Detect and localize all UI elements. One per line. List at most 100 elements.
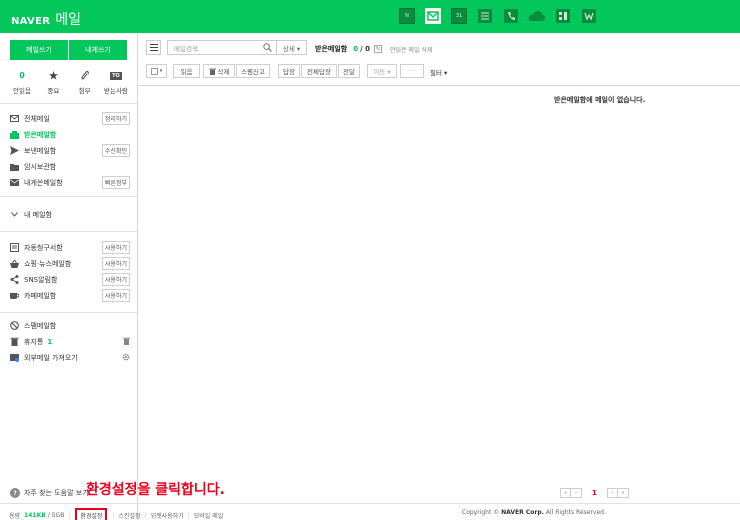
total-count: / 0: [360, 45, 370, 53]
send-icon: [10, 146, 19, 155]
list-divider: [138, 85, 740, 86]
filter-dropdown[interactable]: 필터 ▾: [430, 67, 447, 77]
star-icon: [48, 71, 58, 80]
delete-unread-link[interactable]: 안읽은 메일 삭제: [390, 45, 432, 54]
move-dropdown[interactable]: 이동 ▾: [367, 64, 397, 78]
mail-search-input[interactable]: 메일검색: [167, 40, 277, 55]
delete-button[interactable]: 삭제: [203, 64, 235, 78]
footer-divider: [0, 503, 740, 504]
forward-button[interactable]: 전달: [338, 64, 360, 78]
attachment-filter[interactable]: 첨부: [71, 70, 99, 95]
copyright-prefix: Copyright ©: [462, 509, 500, 516]
unread-count: 0: [353, 45, 359, 53]
phone-app-icon[interactable]: [502, 8, 520, 24]
empty-trash-icon[interactable]: [123, 337, 130, 347]
write-mail-button[interactable]: 메일쓰기: [10, 40, 69, 60]
folder-sns[interactable]: SNS알림함 사용하기: [10, 273, 130, 286]
read-receipt-button[interactable]: 수신확인: [101, 144, 130, 157]
folder-sent[interactable]: 보낸메일함 수신확인: [10, 144, 130, 157]
folder-label: 받은메일함: [24, 130, 57, 139]
folder-inbox[interactable]: 받은메일함: [10, 128, 130, 141]
widget-link[interactable]: 위젯사용하기: [151, 511, 184, 520]
write-to-me-button[interactable]: 내게쓰기: [69, 40, 127, 60]
folder-shopping-news[interactable]: 쇼핑·뉴스메일함 사용하기: [10, 257, 130, 270]
quick-setting-button[interactable]: 빠른정부: [101, 176, 130, 189]
use-button[interactable]: 사용하기: [101, 289, 130, 302]
organize-button[interactable]: 정리하기: [101, 112, 130, 125]
hamburger-icon: [149, 44, 158, 45]
folder-to-me[interactable]: 내게쓴메일함 빠른정부: [10, 176, 130, 189]
detail-search-dropdown[interactable]: 상세 ▾: [277, 40, 307, 55]
use-button[interactable]: 사용하기: [101, 241, 130, 254]
use-button[interactable]: 사용하기: [101, 257, 130, 270]
skin-settings-link[interactable]: 스킨설정: [118, 511, 140, 520]
unread-filter[interactable]: 0 안읽음: [8, 70, 36, 95]
coffee-cup-icon: [10, 291, 19, 300]
chevron-down-icon: ▾: [159, 68, 163, 74]
folder-external-mail[interactable]: 외부메일 가져오기: [10, 351, 130, 364]
mark-read-button[interactable]: 읽음: [173, 64, 200, 78]
mail-app-icon[interactable]: [424, 8, 442, 24]
sidebar-divider: [0, 312, 137, 313]
use-button[interactable]: 사용하기: [101, 273, 130, 286]
folder-drafts[interactable]: 임시보관함: [10, 160, 130, 173]
envelope-icon: [10, 114, 19, 123]
select-all-checkbox[interactable]: ▾: [146, 64, 167, 78]
folder-spam[interactable]: 스팸메일함: [10, 319, 130, 332]
unread-count: 0: [19, 71, 25, 80]
first-page-button[interactable]: «: [560, 488, 571, 498]
reply-button[interactable]: 답장: [278, 64, 300, 78]
more-button[interactable]: ···: [400, 64, 424, 78]
search-icon[interactable]: [263, 43, 272, 54]
spam-report-button[interactable]: 스팸신고: [236, 64, 270, 78]
important-filter[interactable]: 중요: [39, 70, 67, 95]
sidebar-divider: [0, 231, 137, 232]
app-switcher: N 31: [398, 8, 606, 24]
recipient-label: 받는사람: [104, 87, 128, 95]
next-page-button[interactable]: ›: [606, 488, 618, 498]
inbox-icon: [10, 130, 19, 139]
mail-logo-text: 메일: [55, 12, 81, 28]
folder-cafe[interactable]: 카페메일함 사용하기: [10, 289, 130, 302]
folder-all-mail[interactable]: 전체메일 정리하기: [10, 112, 130, 125]
prev-page-button[interactable]: ‹: [571, 488, 582, 498]
search-placeholder: 메일검색: [174, 44, 198, 53]
to-me-filter[interactable]: TO 받는사람: [102, 70, 130, 95]
contacts-app-icon[interactable]: [476, 8, 494, 24]
settings-link[interactable]: 환경설정: [75, 508, 108, 520]
sidebar-divider: [0, 196, 137, 197]
shopping-basket-icon: [10, 259, 19, 268]
my-mailbox-label: 내 메일함: [24, 210, 52, 219]
my-mailbox-toggle[interactable]: 내 메일함: [10, 208, 130, 221]
trash-count: 1: [47, 337, 53, 346]
mobile-mail-link[interactable]: 모바일 메일: [194, 511, 224, 520]
trash-icon: [208, 68, 216, 75]
folder-label: 내게쓴메일함: [24, 178, 63, 187]
last-page-button[interactable]: »: [617, 488, 629, 498]
folder-label: 자동청구서함: [24, 243, 63, 252]
folder-label: 보낸메일함: [24, 146, 57, 155]
sidebar: 메일쓰기 내게쓰기 0 안읽음 중요 첨부 TO 받는사람 전체메일 정리하기 …: [0, 33, 138, 520]
to-badge-icon: TO: [110, 71, 122, 80]
calendar-app-icon[interactable]: 31: [450, 8, 468, 24]
naver-mail-logo[interactable]: NAVER 메일: [11, 9, 81, 29]
copyright-suffix: All Rights Reserved.: [545, 509, 606, 516]
faq-link[interactable]: ? 자주 찾는 도움말 보기: [10, 488, 89, 498]
capacity-label: 용량: [9, 513, 21, 520]
menu-toggle-button[interactable]: [146, 40, 161, 55]
refresh-icon[interactable]: ↻: [373, 45, 382, 53]
folder-bills[interactable]: 자동청구서함 사용하기: [10, 241, 130, 254]
memo-app-icon[interactable]: [580, 8, 598, 24]
footer-bar: 용량 141KB / 5GB | 환경설정 | 스킨설정 | 위젯사용하기 | …: [9, 508, 223, 520]
attachment-label: 첨부: [78, 87, 91, 95]
instruction-callout: 환경설정을 클릭합니다.: [86, 482, 225, 498]
cloud-app-icon[interactable]: [528, 8, 546, 24]
capacity-used: 141KB: [24, 512, 46, 519]
reply-all-button[interactable]: 전체답장: [301, 64, 337, 78]
office-app-icon[interactable]: [554, 8, 572, 24]
current-page[interactable]: 1: [592, 489, 597, 497]
folder-trash[interactable]: 휴지통 1: [10, 335, 130, 348]
gear-icon[interactable]: [122, 353, 130, 363]
naver-app-icon[interactable]: N: [398, 8, 416, 24]
folder-icon: [10, 162, 19, 171]
